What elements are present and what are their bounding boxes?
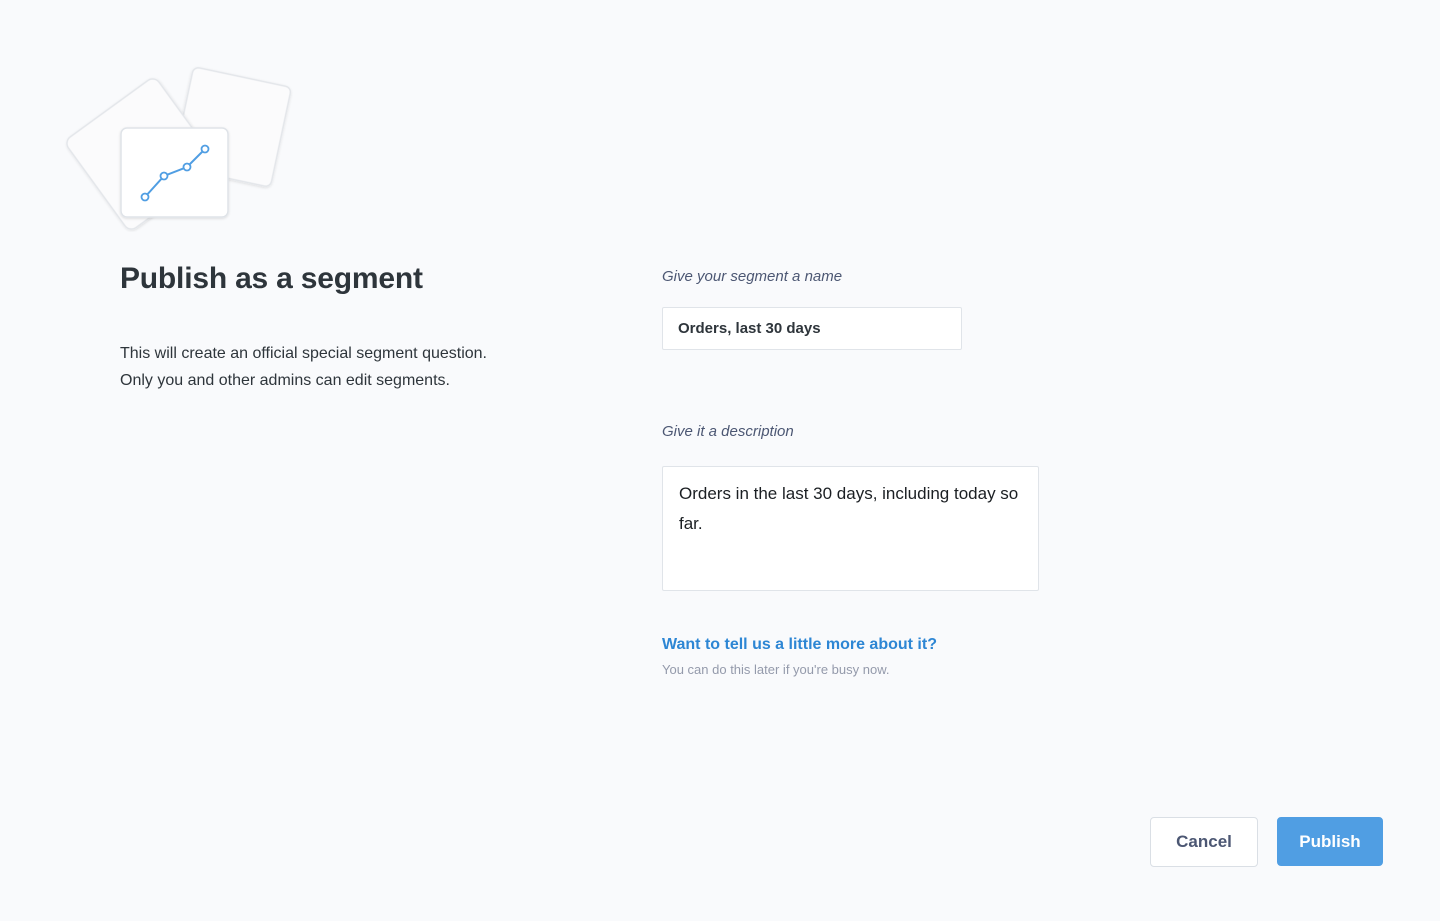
segment-description-label: Give it a description <box>662 423 794 440</box>
page-title: Publish as a segment <box>120 262 423 295</box>
description-line-2: Only you and other admins can edit segme… <box>120 372 450 389</box>
segment-name-label: Give your segment a name <box>662 268 843 285</box>
page-description: This will create an official special seg… <box>120 340 540 394</box>
publish-button[interactable]: Publish <box>1277 817 1383 866</box>
tell-more-hint: You can do this later if you're busy now… <box>662 662 890 677</box>
tell-more-link[interactable]: Want to tell us a little more about it? <box>662 636 937 654</box>
segment-name-input[interactable] <box>662 307 962 350</box>
segment-cards-chart-illustration <box>66 67 292 230</box>
cancel-button[interactable]: Cancel <box>1150 817 1258 867</box>
segment-description-input[interactable]: Orders in the last 30 days, including to… <box>662 466 1039 591</box>
description-line-1: This will create an official special seg… <box>120 345 487 362</box>
publish-segment-page: Publish as a segment This will create an… <box>0 0 1440 921</box>
